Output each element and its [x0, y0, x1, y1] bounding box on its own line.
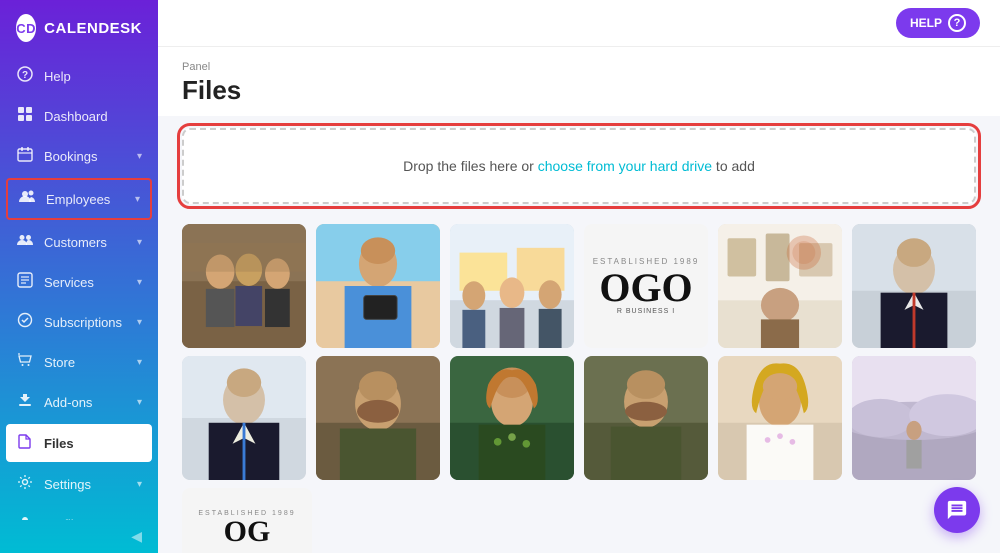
list-item[interactable]: [718, 356, 842, 480]
subscriptions-icon: [16, 312, 34, 332]
sidebar-item-label: Employees: [46, 192, 110, 207]
sidebar-item-profile[interactable]: Profile ▾: [0, 504, 158, 520]
store-icon: [16, 352, 34, 372]
sidebar-item-help[interactable]: ? Help: [0, 56, 158, 96]
chevron-down-icon: ▾: [137, 357, 142, 368]
image-grid-row3-partial: ESTABLISHED 1989 OG: [158, 488, 1000, 553]
page-header: Panel Files: [158, 47, 1000, 116]
sidebar: CD CALENDESK ? Help Dashboard Bookings ▾: [0, 0, 158, 553]
customers-icon: [16, 232, 34, 252]
image-grid-row2: [158, 356, 1000, 488]
chat-button[interactable]: [934, 487, 980, 533]
choose-file-link[interactable]: choose from your hard drive: [538, 158, 712, 174]
help-question-icon: ?: [948, 14, 966, 32]
dropzone-wrapper: Drop the files here or choose from your …: [158, 116, 1000, 216]
partial-logo-text: OG: [224, 517, 271, 547]
bookings-icon: [16, 146, 34, 166]
help-button[interactable]: HELP ?: [896, 8, 980, 38]
top-bar: HELP ?: [158, 0, 1000, 47]
chevron-down-icon: ▾: [137, 397, 142, 408]
sidebar-item-addons[interactable]: Add-ons ▾: [0, 382, 158, 422]
chevron-down-icon: ▾: [137, 519, 142, 521]
drop-text-after: to add: [712, 158, 755, 174]
sidebar-item-label: Profile: [44, 517, 81, 521]
sidebar-item-label: Dashboard: [44, 109, 108, 124]
sidebar-item-employees[interactable]: Employees ▾: [6, 178, 152, 220]
list-item[interactable]: [450, 224, 574, 348]
main-content: HELP ? Panel Files Drop the files here o…: [158, 0, 1000, 553]
sidebar-item-files[interactable]: Files: [6, 424, 152, 462]
chevron-down-icon: ▾: [137, 237, 142, 248]
list-item[interactable]: ESTABLISHED 1989 OGO R BUSINESS I: [584, 224, 708, 348]
help-label: HELP: [910, 16, 942, 30]
sidebar-item-label: Settings: [44, 477, 91, 492]
sidebar-item-label: Add-ons: [44, 395, 92, 410]
sidebar-item-label: Files: [44, 436, 74, 451]
chevron-down-icon: ▾: [137, 151, 142, 162]
logo-text: OGO: [599, 268, 692, 308]
logo-tagline: R BUSINESS I: [617, 308, 675, 315]
sidebar-item-label: Store: [44, 355, 75, 370]
list-item[interactable]: [316, 356, 440, 480]
sidebar-item-label: Subscriptions: [44, 315, 122, 330]
list-item[interactable]: [316, 224, 440, 348]
sidebar-item-store[interactable]: Store ▾: [0, 342, 158, 382]
sidebar-item-subscriptions[interactable]: Subscriptions ▾: [0, 302, 158, 342]
list-item[interactable]: ESTABLISHED 1989 OG: [182, 488, 312, 553]
list-item[interactable]: [182, 356, 306, 480]
list-item[interactable]: [718, 224, 842, 348]
svg-text:?: ?: [22, 70, 28, 81]
sidebar-item-label: Help: [44, 69, 71, 84]
app-name: CALENDESK: [44, 20, 142, 37]
chevron-down-icon: ▾: [137, 277, 142, 288]
logo-icon: CD: [16, 14, 36, 42]
app-logo[interactable]: CD CALENDESK: [0, 0, 158, 56]
sidebar-item-customers[interactable]: Customers ▾: [0, 222, 158, 262]
settings-icon: [16, 474, 34, 494]
sidebar-item-label: Bookings: [44, 149, 97, 164]
sidebar-navigation: ? Help Dashboard Bookings ▾ Employees ▾: [0, 56, 158, 520]
list-item[interactable]: [852, 224, 976, 348]
dashboard-icon: [16, 106, 34, 126]
list-item[interactable]: [450, 356, 574, 480]
help-icon: ?: [16, 66, 34, 86]
sidebar-item-services[interactable]: Services ▾: [0, 262, 158, 302]
page-title: Files: [182, 75, 976, 106]
sidebar-item-dashboard[interactable]: Dashboard: [0, 96, 158, 136]
breadcrumb: Panel: [182, 61, 976, 73]
employees-icon: [18, 189, 36, 209]
sidebar-collapse-icon[interactable]: ◀: [131, 528, 142, 545]
chevron-down-icon: ▾: [137, 317, 142, 328]
profile-icon: [16, 514, 34, 520]
services-icon: [16, 272, 34, 292]
list-item[interactable]: [852, 356, 976, 480]
chevron-down-icon: ▾: [137, 479, 142, 490]
list-item[interactable]: [182, 224, 306, 348]
list-item[interactable]: [584, 356, 708, 480]
sidebar-item-label: Services: [44, 275, 94, 290]
chevron-down-icon: ▾: [135, 194, 140, 205]
file-drop-zone[interactable]: Drop the files here or choose from your …: [182, 128, 976, 204]
addons-icon: [16, 392, 34, 412]
sidebar-item-settings[interactable]: Settings ▾: [0, 464, 158, 504]
image-grid-row1: ESTABLISHED 1989 OGO R BUSINESS I: [158, 216, 1000, 356]
files-icon: [16, 433, 34, 453]
sidebar-item-label: Customers: [44, 235, 107, 250]
drop-text-before: Drop the files here or: [403, 158, 538, 174]
sidebar-item-bookings[interactable]: Bookings ▾: [0, 136, 158, 176]
